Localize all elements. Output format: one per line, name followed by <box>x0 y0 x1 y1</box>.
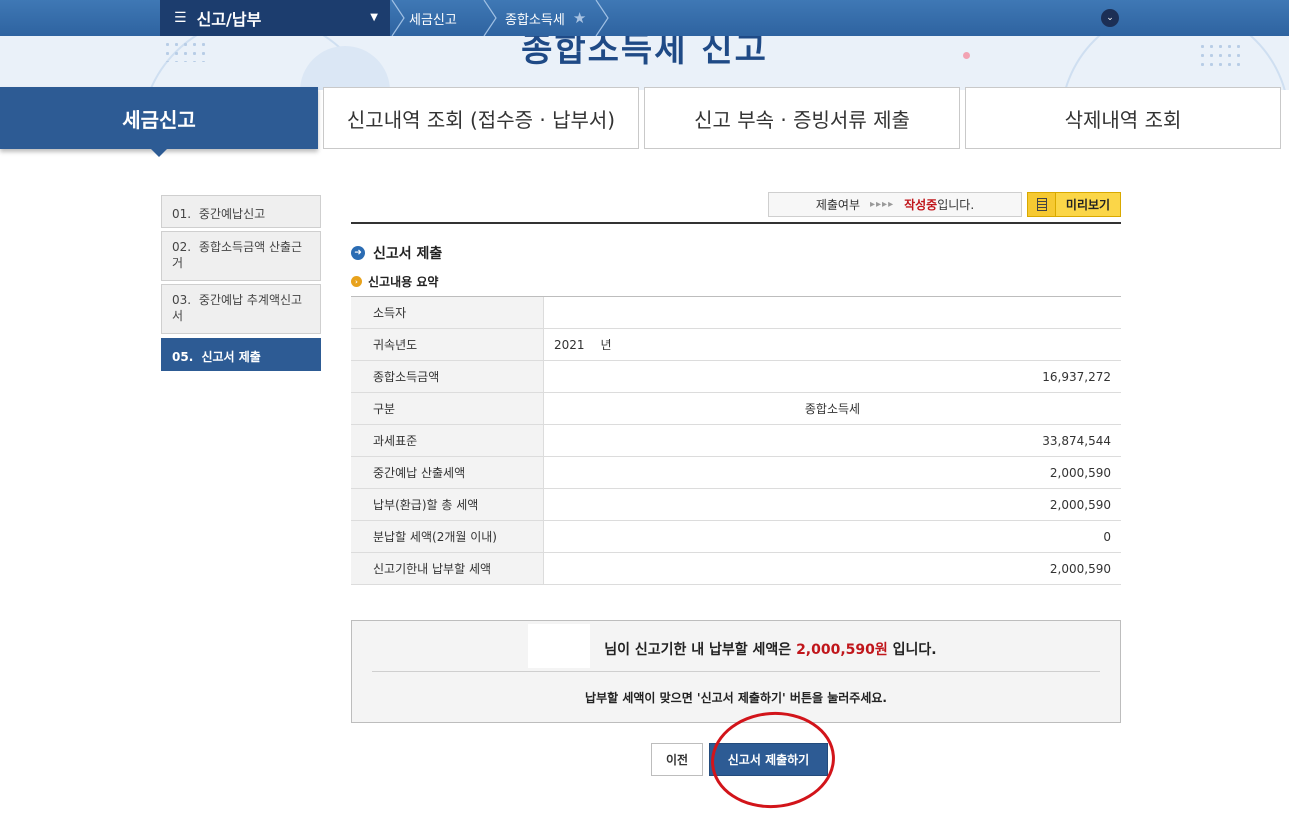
row-label: 분납할 세액(2개월 이내) <box>351 521 544 552</box>
table-row: 귀속년도 2021 년 <box>351 329 1121 361</box>
side-menu-number: 01. <box>172 207 192 221</box>
table-row: 신고기한내 납부할 세액 2,000,590 <box>351 553 1121 585</box>
table-row: 납부(환급)할 총 세액 2,000,590 <box>351 489 1121 521</box>
table-row: 소득자 <box>351 297 1121 329</box>
section-divider <box>351 222 1121 224</box>
table-row: 구분 종합소득세 <box>351 393 1121 425</box>
side-menu-number: 03. <box>172 293 192 307</box>
breadcrumb-separator-icon <box>595 0 609 36</box>
table-row: 중간예납 산출세액 2,000,590 <box>351 457 1121 489</box>
page-title: 종합소득세 신고 <box>521 36 768 70</box>
hamburger-icon: ☰ <box>174 10 187 26</box>
row-value: 16,937,272 <box>1042 369 1111 384</box>
side-menu-item-income-basis[interactable]: 02. 종합소득금액 산출근거 <box>161 231 321 281</box>
tab-label: 신고내역 조회 (접수증 · 납부서) <box>346 107 616 132</box>
row-value: 2,000,590 <box>1049 465 1111 480</box>
side-menu-number: 02. <box>172 240 192 254</box>
status-state: 작성중 <box>904 198 938 212</box>
expand-chevron-icon[interactable]: ⌄ <box>1101 9 1119 27</box>
preview-button[interactable]: 미리보기 <box>1027 192 1121 217</box>
row-value: 33,874,544 <box>1042 433 1111 448</box>
document-icon <box>1028 193 1056 216</box>
row-value: 0 <box>1103 529 1111 544</box>
breadcrumb-label: 종합소득세 <box>505 12 565 28</box>
tab-label: 삭제내역 조회 <box>1064 107 1182 132</box>
main-menu-label: 신고/납부 <box>196 10 262 29</box>
main-menu-button[interactable]: ☰ 신고/납부 ▼ <box>160 0 390 36</box>
row-label: 중간예납 산출세액 <box>351 457 544 488</box>
breadcrumb-item-income-tax[interactable]: 종합소득세 ★ <box>505 0 586 36</box>
preview-label: 미리보기 <box>1065 198 1111 212</box>
notice-amount: 2,000,590원 <box>796 642 888 658</box>
subsection-title-text: 신고내용 요약 <box>368 275 439 289</box>
payment-notice-box: 님이 신고기한 내 납부할 세액은 2,000,590원 입니다. 납부할 세액… <box>351 620 1121 723</box>
tab-deleted-history[interactable]: 삭제내역 조회 <box>965 87 1281 149</box>
star-icon[interactable]: ★ <box>573 9 586 27</box>
top-nav-bar: ☰ 신고/납부 ▼ 세금신고 종합소득세 ★ ⌄ <box>0 0 1289 36</box>
caret-down-icon: ▼ <box>370 12 378 23</box>
side-menu-item-interim-report[interactable]: 01. 중간예납신고 <box>161 195 321 228</box>
submission-status: 제출여부 ▸▸▸▸ 작성중 입니다. <box>768 192 1022 217</box>
tab-label: 세금신고 <box>122 107 196 132</box>
row-unit: 년 <box>600 338 612 352</box>
chevron-circle-icon: › <box>351 276 362 287</box>
section-title: ➜ 신고서 제출 <box>351 243 442 263</box>
side-menu-label: 종합소득금액 산출근거 <box>172 240 303 270</box>
row-value: 종합소득세 <box>804 402 861 416</box>
row-value: 2,000,590 <box>1049 497 1111 512</box>
side-menu-item-submit[interactable]: 05. 신고서 제출 <box>161 338 321 371</box>
breadcrumb-label: 세금신고 <box>409 12 457 28</box>
notice-instruction: 납부할 세액이 맞으면 '신고서 제출하기' 버튼을 눌러주세요. <box>585 691 887 705</box>
row-value-cell: 2021 년 <box>544 329 1121 360</box>
payment-notice-text: 님이 신고기한 내 납부할 세액은 2,000,590원 입니다. <box>352 639 1120 659</box>
row-value <box>544 297 1121 328</box>
side-menu-item-estimate-report[interactable]: 03. 중간예납 추계액신고서 <box>161 284 321 334</box>
row-label: 과세표준 <box>351 425 544 456</box>
notice-prefix: 님이 신고기한 내 납부할 세액은 <box>604 642 792 658</box>
page-header-banner: 종합소득세 신고 <box>0 36 1289 90</box>
notice-suffix: 입니다. <box>892 642 937 658</box>
summary-table: 소득자 귀속년도 2021 년 종합소득금액 16,937,272 구분 종합소… <box>351 296 1121 585</box>
row-label: 납부(환급)할 총 세액 <box>351 489 544 520</box>
tab-tax-report[interactable]: 세금신고 <box>0 87 318 157</box>
tab-attachment-submit[interactable]: 신고 부속 · 증빙서류 제출 <box>644 87 960 149</box>
status-suffix: 입니다. <box>937 198 975 212</box>
row-label: 신고기한내 납부할 세액 <box>351 553 544 584</box>
row-value: 2021 <box>554 337 585 352</box>
tab-report-history[interactable]: 신고내역 조회 (접수증 · 납부서) <box>323 87 639 149</box>
tab-label: 신고 부속 · 증빙서류 제출 <box>694 107 910 132</box>
status-label: 제출여부 <box>815 198 861 212</box>
active-tab-pointer <box>150 148 168 157</box>
status-arrows: ▸▸▸▸ <box>870 199 895 210</box>
table-row: 분납할 세액(2개월 이내) 0 <box>351 521 1121 553</box>
arrow-right-circle-icon: ➜ <box>351 246 365 260</box>
row-label: 귀속년도 <box>351 329 544 360</box>
breadcrumb-separator-icon <box>391 0 405 36</box>
breadcrumb-separator-icon <box>483 0 497 36</box>
section-title-text: 신고서 제출 <box>373 246 443 262</box>
subsection-title: › 신고내용 요약 <box>351 273 438 290</box>
side-menu-label: 신고서 제출 <box>201 350 261 364</box>
row-label: 종합소득금액 <box>351 361 544 392</box>
row-label: 구분 <box>351 393 544 424</box>
row-label: 소득자 <box>351 297 544 328</box>
breadcrumb-item-tax-report[interactable]: 세금신고 <box>409 0 457 36</box>
table-row: 과세표준 33,874,544 <box>351 425 1121 457</box>
side-menu-number: 05. <box>172 350 194 364</box>
table-row: 종합소득금액 16,937,272 <box>351 361 1121 393</box>
highlight-circle-annotation <box>707 707 839 813</box>
notice-divider <box>372 671 1100 672</box>
row-value: 2,000,590 <box>1049 561 1111 576</box>
side-menu-label: 중간예납신고 <box>198 207 266 221</box>
previous-button[interactable]: 이전 <box>651 743 703 776</box>
side-menu-label: 중간예납 추계액신고서 <box>172 293 303 323</box>
